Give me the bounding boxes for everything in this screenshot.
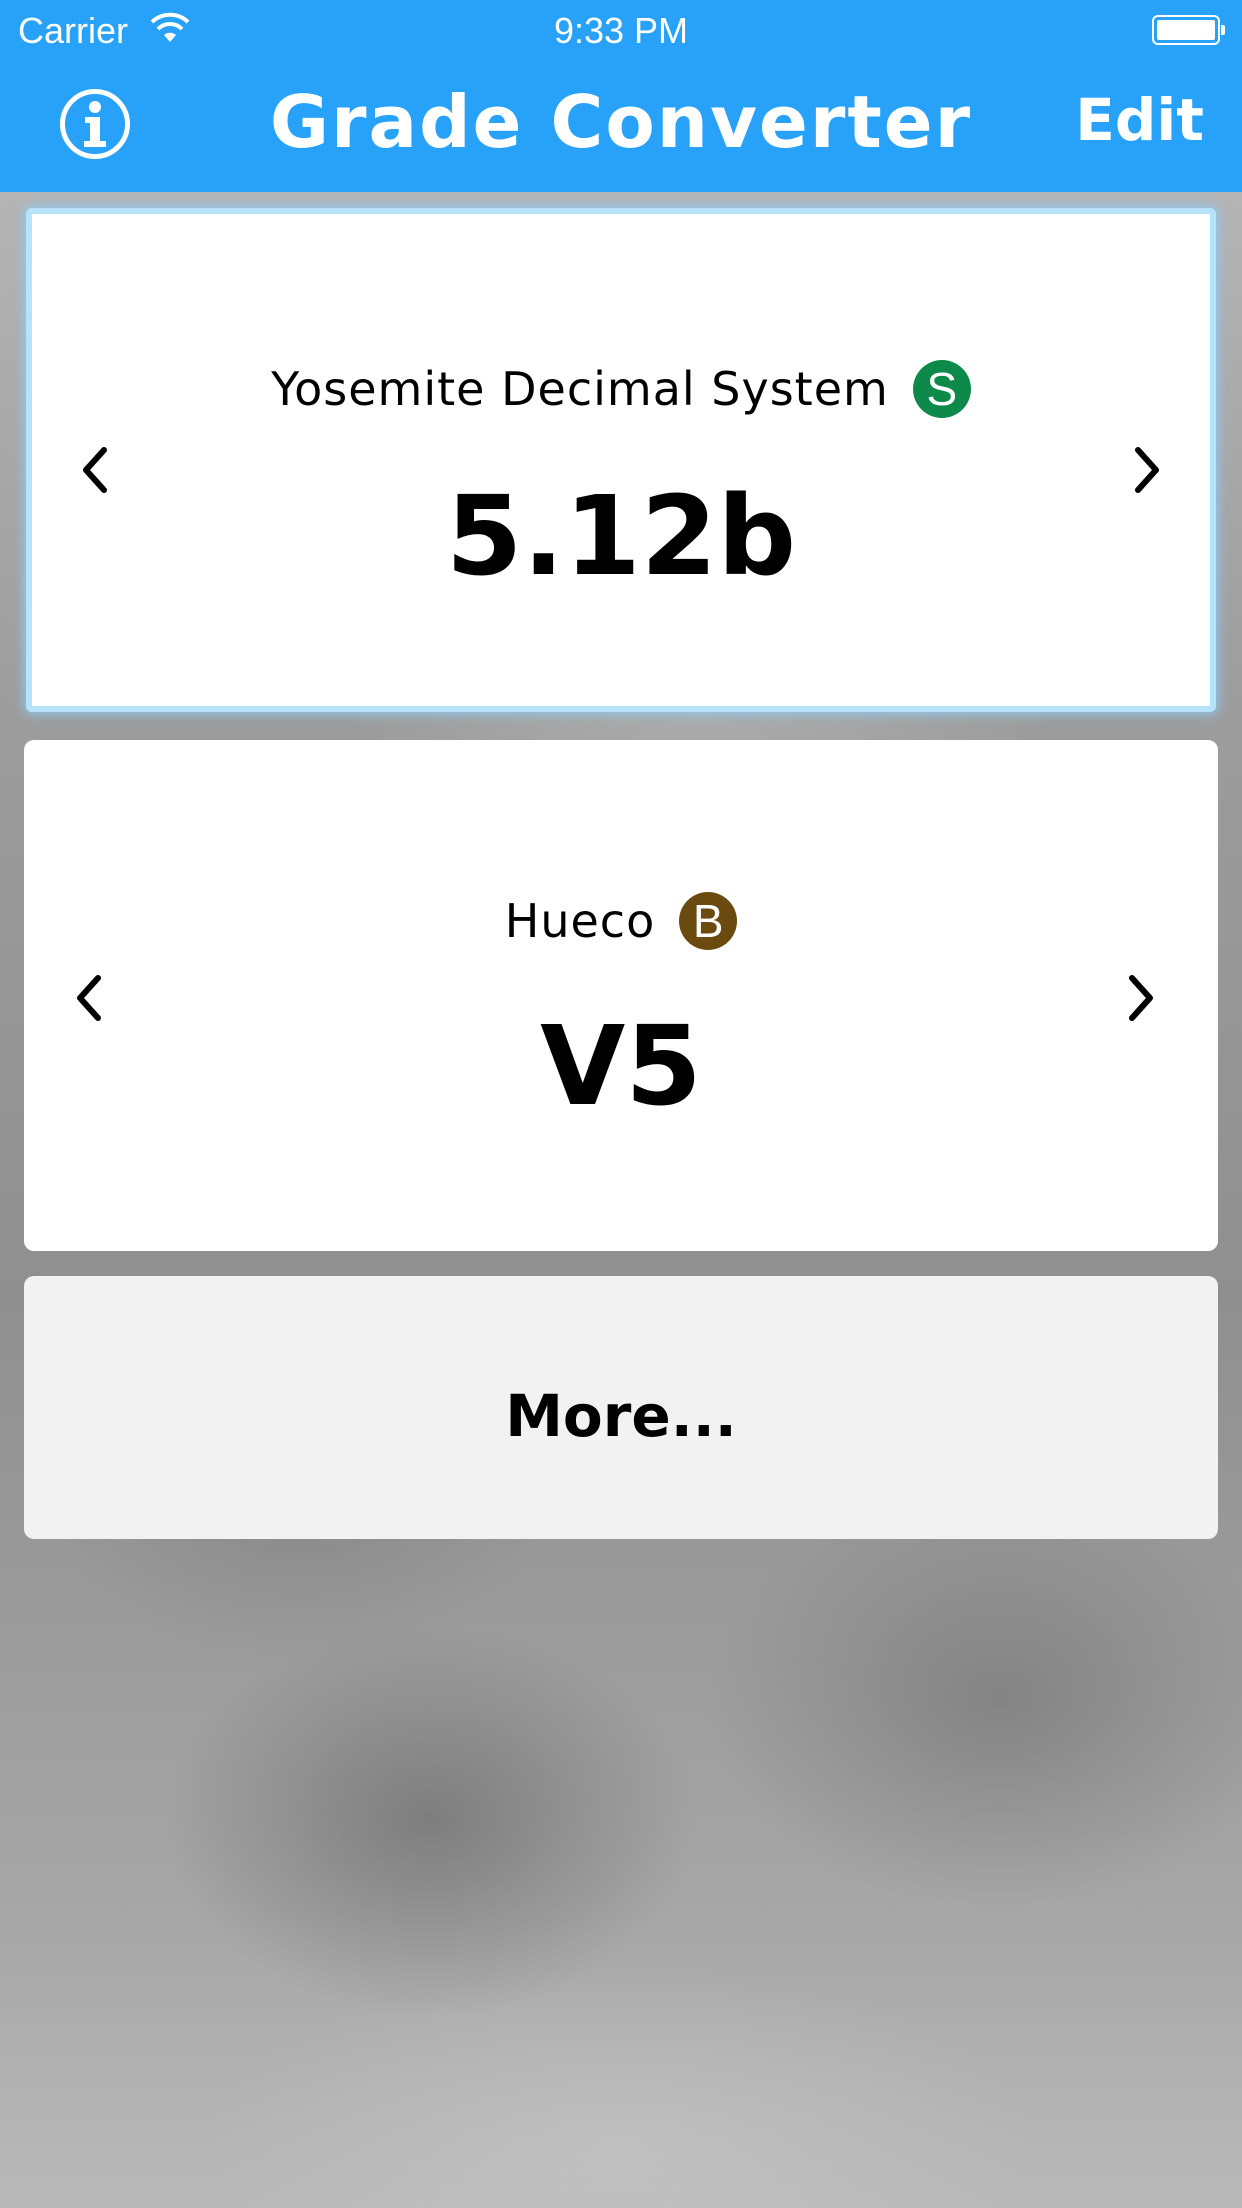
system-name: Hueco xyxy=(504,894,656,948)
grade-value[interactable]: V5 xyxy=(24,1002,1218,1130)
system-row: Yosemite Decimal System S xyxy=(32,360,1210,418)
page-title: Grade Converter xyxy=(269,80,973,164)
grade-value[interactable]: 5.12b xyxy=(32,472,1210,600)
battery-tip xyxy=(1221,25,1225,35)
converter-card-hueco[interactable]: Hueco B V5 xyxy=(24,740,1218,1251)
boulder-badge: B xyxy=(679,892,738,950)
sport-badge: S xyxy=(912,360,971,418)
status-bar: Carrier 9:33 PM xyxy=(0,0,1242,60)
navigation-bar: Carrier 9:33 PM Grade Converter Edit xyxy=(0,0,1242,192)
more-label: More... xyxy=(505,1381,737,1450)
battery-icon xyxy=(1152,15,1220,45)
more-button[interactable]: More... xyxy=(24,1276,1218,1539)
status-time: 9:33 PM xyxy=(553,10,689,51)
edit-button[interactable]: Edit xyxy=(1075,86,1204,154)
system-name: Yosemite Decimal System xyxy=(271,362,889,416)
system-row: Hueco B xyxy=(24,892,1218,950)
converter-card-yds[interactable]: Yosemite Decimal System S 5.12b xyxy=(26,208,1216,712)
